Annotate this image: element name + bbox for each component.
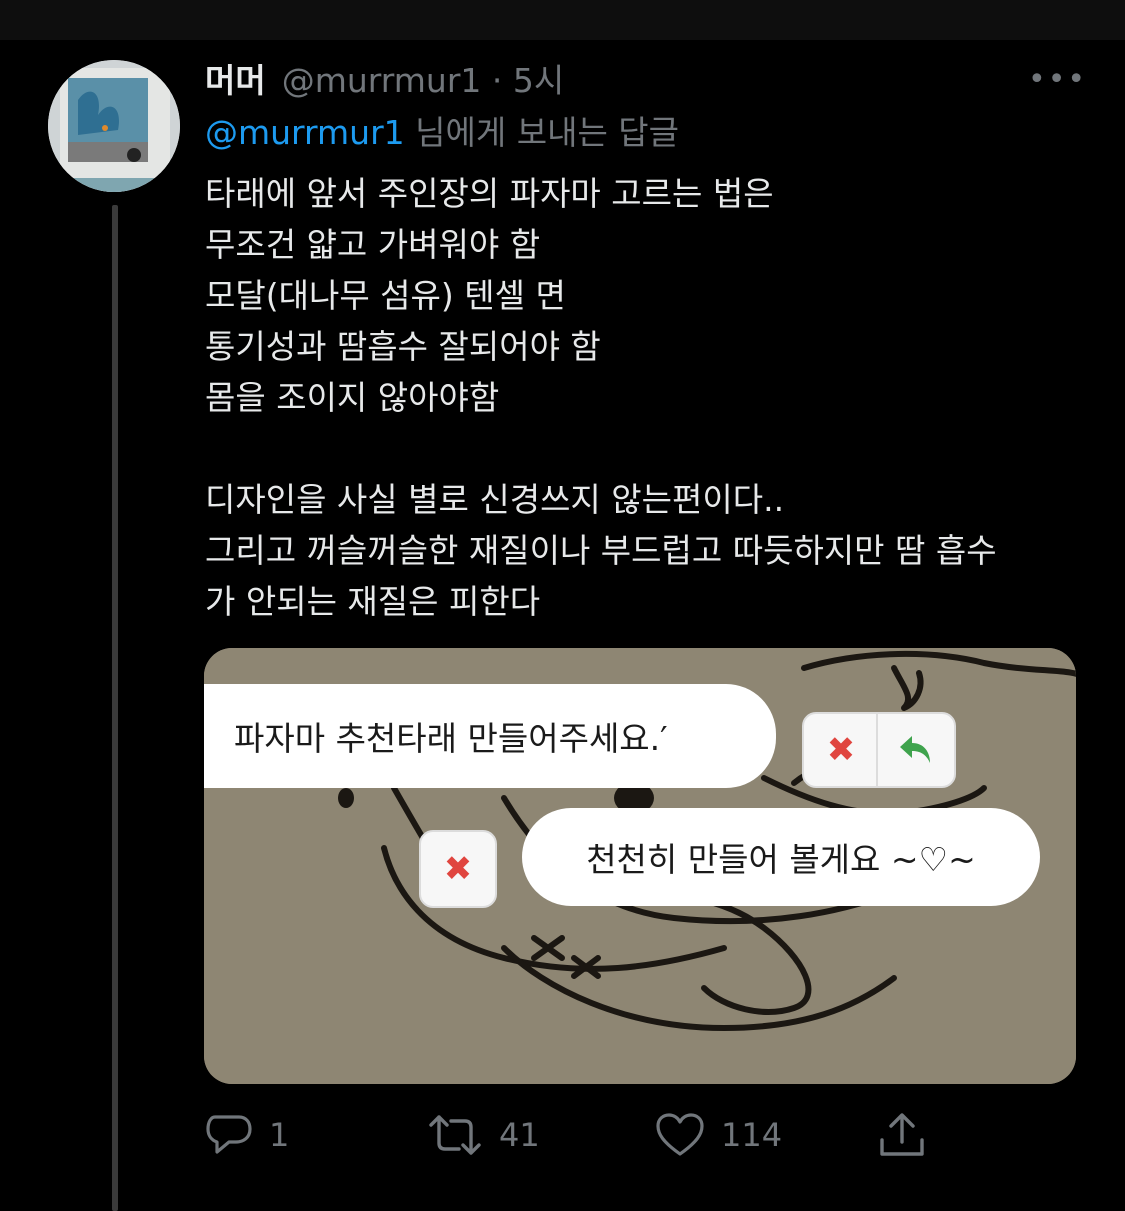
replying-to-suffix: 님에게 보내는 답글 [404, 113, 680, 152]
display-name[interactable]: 머머 [205, 54, 266, 102]
tweet-body-line: 타래에 앞서 주인장의 파자마 고르는 법은 [205, 174, 774, 213]
chat-bubble-request-text: 파자마 추천타래 만들어주세요.′ [234, 719, 668, 758]
comment-icon [206, 1115, 252, 1154]
attached-image[interactable]: 파자마 추천타래 만들어주세요.′ ✖ ✖ 천천히 만들어 볼게요 ~♡~ [204, 648, 1076, 1084]
reply-count: 1 [269, 1116, 290, 1154]
reply-arrow-icon [900, 736, 930, 763]
tweet-body-line: 가 안되는 재질은 피한다 [205, 582, 541, 621]
like-count: 114 [721, 1116, 783, 1154]
avatar[interactable] [48, 60, 180, 192]
top-bar [0, 0, 1125, 40]
chat-bubble-response-text: 천천히 만들어 볼게요 ~♡~ [586, 840, 976, 879]
retweet-icon [429, 1115, 481, 1155]
close-icon: ✖ [443, 849, 473, 889]
tweet-header: 머머 @murrmur1 · 5시 [205, 56, 564, 100]
thread-connector-line [112, 205, 118, 1211]
chat-bubble-response: 천천히 만들어 볼게요 ~♡~ [522, 808, 1040, 906]
chat-bubble-request: 파자마 추천타래 만들어주세요.′ [204, 684, 776, 788]
share-button[interactable] [877, 1100, 927, 1170]
tweet-body-line: 그리고 꺼슬꺼슬한 재질이나 부드럽고 따듯하지만 땀 흡수 [205, 531, 997, 570]
tweet-body-line: 무조건 얇고 가벼워야 함 [205, 225, 541, 264]
retweet-button[interactable]: 41 [427, 1100, 540, 1170]
tweet-body-line: 몸을 조이지 않아야함 [205, 378, 500, 417]
tweet-actions: 1 41 114 [205, 1100, 945, 1170]
reply-button[interactable]: 1 [205, 1100, 289, 1170]
tweet-body-line: 통기성과 땀흡수 잘되어야 함 [205, 327, 601, 366]
reply-arrow-button[interactable] [876, 712, 956, 788]
retweet-count: 41 [499, 1116, 540, 1154]
dismiss-button[interactable]: ✖ [802, 712, 880, 788]
tweet-body-line: 디자인을 사실 별로 신경쓰지 않는편이다.. [205, 480, 785, 519]
tweet-body: 타래에 앞서 주인장의 파자마 고르는 법은 무조건 얇고 가벼워야 함 모달(… [205, 168, 1105, 627]
dismiss-button[interactable]: ✖ [419, 830, 497, 908]
share-icon [880, 1113, 924, 1156]
replying-to-mention[interactable]: @murrmur1 [205, 113, 405, 152]
more-options-icon[interactable]: ••• [1028, 62, 1087, 97]
close-icon: ✖ [826, 730, 856, 770]
replying-to-label: @murrmur1 님에게 보내는 답글 [205, 106, 679, 154]
handle-and-timestamp[interactable]: @murrmur1 · 5시 [282, 54, 565, 102]
like-button[interactable]: 114 [655, 1100, 782, 1170]
heart-icon [656, 1113, 704, 1156]
tweet-body-line [205, 423, 1105, 474]
tweet-body-line: 모달(대나무 섬유) 텐셀 면 [205, 276, 566, 315]
